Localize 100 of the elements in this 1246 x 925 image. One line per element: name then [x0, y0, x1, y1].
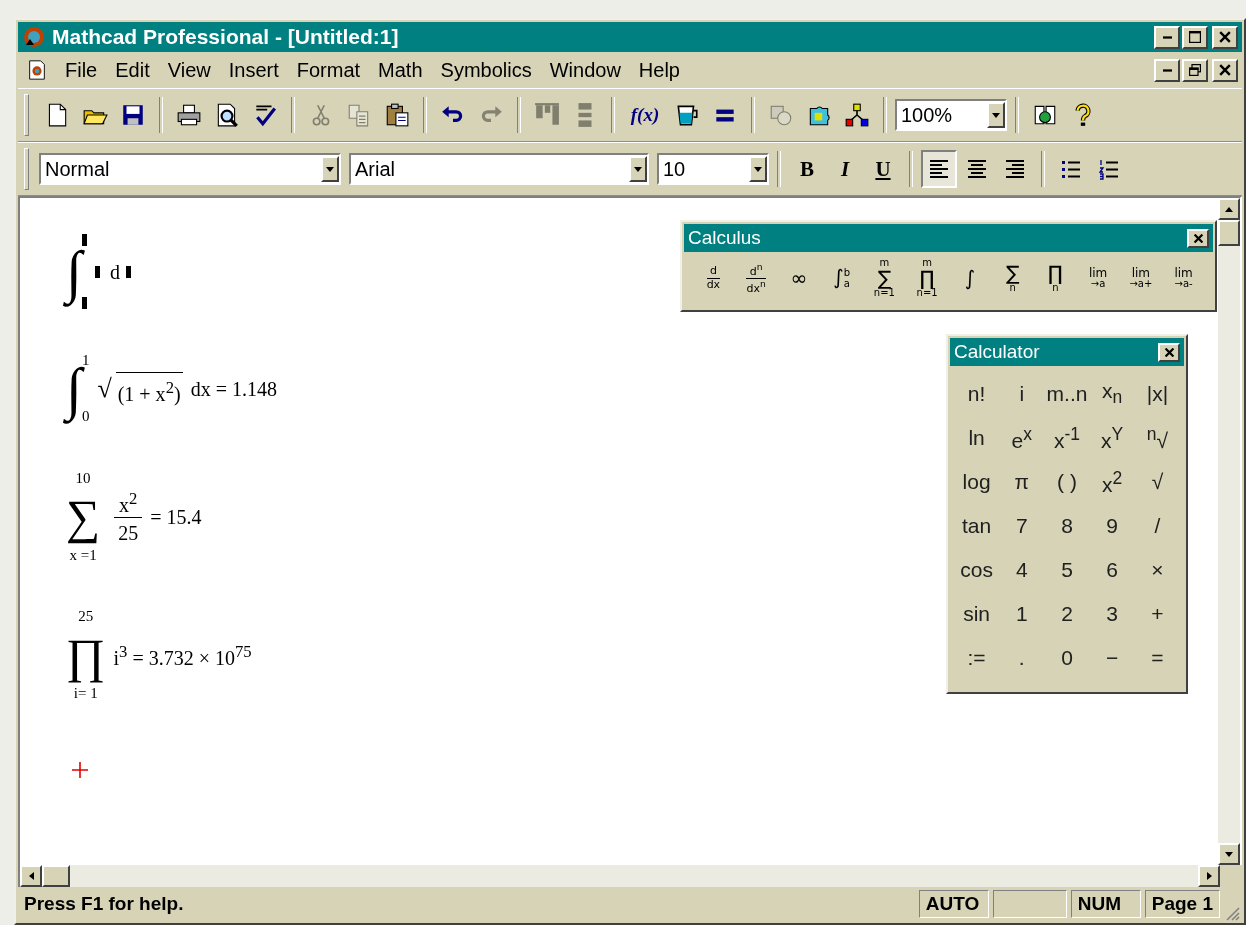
menu-item[interactable]: Help: [629, 58, 689, 82]
calculator-key[interactable]: 3: [1089, 592, 1135, 636]
zoom-dropdown[interactable]: 100%: [895, 99, 1007, 131]
font-size-dropdown[interactable]: 10: [657, 153, 769, 185]
scroll-thumb[interactable]: [42, 865, 70, 887]
menu-item[interactable]: Edit: [106, 58, 159, 82]
menu-item[interactable]: Insert: [219, 58, 288, 82]
calculator-key[interactable]: $^{n}$√: [1134, 416, 1180, 460]
calculator-key[interactable]: ln: [954, 416, 1000, 460]
close-button[interactable]: [1212, 25, 1238, 49]
calculator-key[interactable]: sin: [954, 592, 1000, 636]
math-expression[interactable]: ∫ d: [64, 228, 133, 316]
menu-item[interactable]: Symbolics: [431, 58, 541, 82]
style-dropdown[interactable]: Normal: [39, 153, 341, 185]
align-right-icon: [1003, 157, 1027, 181]
scroll-left-button[interactable]: [20, 865, 42, 887]
calculator-key[interactable]: x$^{2}$: [1089, 460, 1135, 504]
calculus-button[interactable]: ∞: [782, 256, 815, 300]
close-button[interactable]: [1158, 342, 1180, 362]
calculator-key[interactable]: 1: [999, 592, 1045, 636]
menu-item[interactable]: Math: [369, 58, 432, 82]
calculator-key[interactable]: m..n: [1044, 372, 1090, 416]
worksheet[interactable]: [20, 198, 1218, 865]
calculator-key[interactable]: /: [1134, 504, 1180, 548]
right-arrow-icon: [1206, 872, 1212, 880]
calculator-key[interactable]: 5: [1044, 548, 1090, 592]
close-button[interactable]: [1212, 58, 1238, 82]
calculator-key[interactable]: 7: [999, 504, 1045, 548]
scroll-right-button[interactable]: [1198, 865, 1220, 887]
calculator-key[interactable]: cos: [954, 548, 1000, 592]
calculator-key[interactable]: :=: [954, 636, 1000, 680]
italic-button[interactable]: I: [827, 150, 863, 188]
dropdown-arrow-icon: [633, 164, 643, 174]
scroll-thumb[interactable]: [1218, 220, 1240, 246]
underline-button[interactable]: U: [865, 150, 901, 188]
calculator-key[interactable]: n!: [954, 372, 1000, 416]
font-dropdown[interactable]: Arial: [349, 153, 649, 185]
menu-item[interactable]: Format: [287, 58, 370, 82]
calculator-key[interactable]: x$_{n}$: [1089, 372, 1135, 416]
calculator-key[interactable]: 8: [1044, 504, 1090, 548]
math-expression[interactable]: 25 ∏ i= 1 i$^{3}$ = 3.732 × 10$^{75}$: [64, 601, 254, 710]
horizontal-scrollbar[interactable]: [20, 865, 1220, 887]
minimize-button[interactable]: [1154, 58, 1180, 82]
scroll-up-button[interactable]: [1218, 198, 1240, 220]
scroll-down-button[interactable]: [1218, 843, 1240, 865]
function-button[interactable]: f(x): [623, 96, 667, 134]
maximize-button[interactable]: [1182, 25, 1208, 49]
restore-button[interactable]: [1182, 58, 1208, 82]
vertical-scrollbar[interactable]: [1218, 198, 1240, 865]
calculator-key[interactable]: e$^{x}$: [999, 416, 1045, 460]
calculator-key[interactable]: tan: [954, 504, 1000, 548]
close-button[interactable]: [1187, 228, 1209, 248]
close-icon: [1219, 64, 1231, 76]
calculator-key[interactable]: +: [1134, 592, 1180, 636]
calculus-button[interactable]: lim →a-: [1167, 256, 1200, 300]
calculus-button[interactable]: ∏ n: [1039, 256, 1072, 300]
calculator-key[interactable]: .: [999, 636, 1045, 680]
restore-icon: [1189, 64, 1201, 76]
calculator-key[interactable]: i: [999, 372, 1045, 416]
calculus-button[interactable]: lim →a+: [1124, 256, 1157, 300]
menu-item[interactable]: View: [158, 58, 220, 82]
calculator-key[interactable]: 4: [999, 548, 1045, 592]
calculator-key[interactable]: |x|: [1134, 372, 1180, 416]
left-arrow-icon: [28, 872, 34, 880]
calculator-key[interactable]: 0: [1044, 636, 1090, 680]
calculator-key[interactable]: =: [1134, 636, 1180, 680]
calculus-button[interactable]: d dx: [697, 256, 730, 300]
calculus-button[interactable]: lim →a: [1082, 256, 1115, 300]
calculator-key[interactable]: −: [1089, 636, 1135, 680]
calculator-key[interactable]: ( ): [1044, 460, 1090, 504]
status-message: Press F1 for help.: [24, 893, 185, 915]
calculator-key[interactable]: π: [999, 460, 1045, 504]
calculus-button[interactable]: d$^{n}$ dx$^{n}$: [740, 256, 773, 300]
calculus-button[interactable]: m ∑ n=1: [868, 256, 901, 300]
window-title: Mathcad Professional - [Untitled:1]: [52, 25, 399, 49]
calculus-button[interactable]: m ∏ n=1: [911, 256, 944, 300]
align-top-icon: [534, 102, 560, 128]
calculator-key[interactable]: 2: [1044, 592, 1090, 636]
document-icon[interactable]: [26, 59, 48, 81]
resize-grip-icon[interactable]: [1224, 905, 1240, 921]
palette-title: Calculus: [688, 227, 761, 249]
status-pane: AUTO: [918, 890, 989, 918]
calculator-key[interactable]: x$^{Y}$: [1089, 416, 1135, 460]
calculator-key[interactable]: 6: [1089, 548, 1135, 592]
menu-item[interactable]: File: [56, 58, 107, 82]
calculator-key[interactable]: 9: [1089, 504, 1135, 548]
calculator-key[interactable]: √: [1134, 460, 1180, 504]
calculus-button[interactable]: ∫: [953, 256, 986, 300]
printer-icon: [176, 102, 202, 128]
menu-item[interactable]: Window: [540, 58, 630, 82]
calculator-key[interactable]: log: [954, 460, 1000, 504]
minimize-button[interactable]: [1154, 25, 1180, 49]
crosshair-cursor-icon: [70, 759, 90, 780]
calculus-button[interactable]: ∑ n: [996, 256, 1029, 300]
calculator-key[interactable]: x$^{-1}$: [1044, 416, 1090, 460]
calculator-key[interactable]: ×: [1134, 548, 1180, 592]
dropdown-arrow-icon: [325, 164, 335, 174]
align-button[interactable]: [921, 150, 957, 188]
bold-button[interactable]: B: [789, 150, 825, 188]
clipboard-icon: [384, 102, 410, 128]
